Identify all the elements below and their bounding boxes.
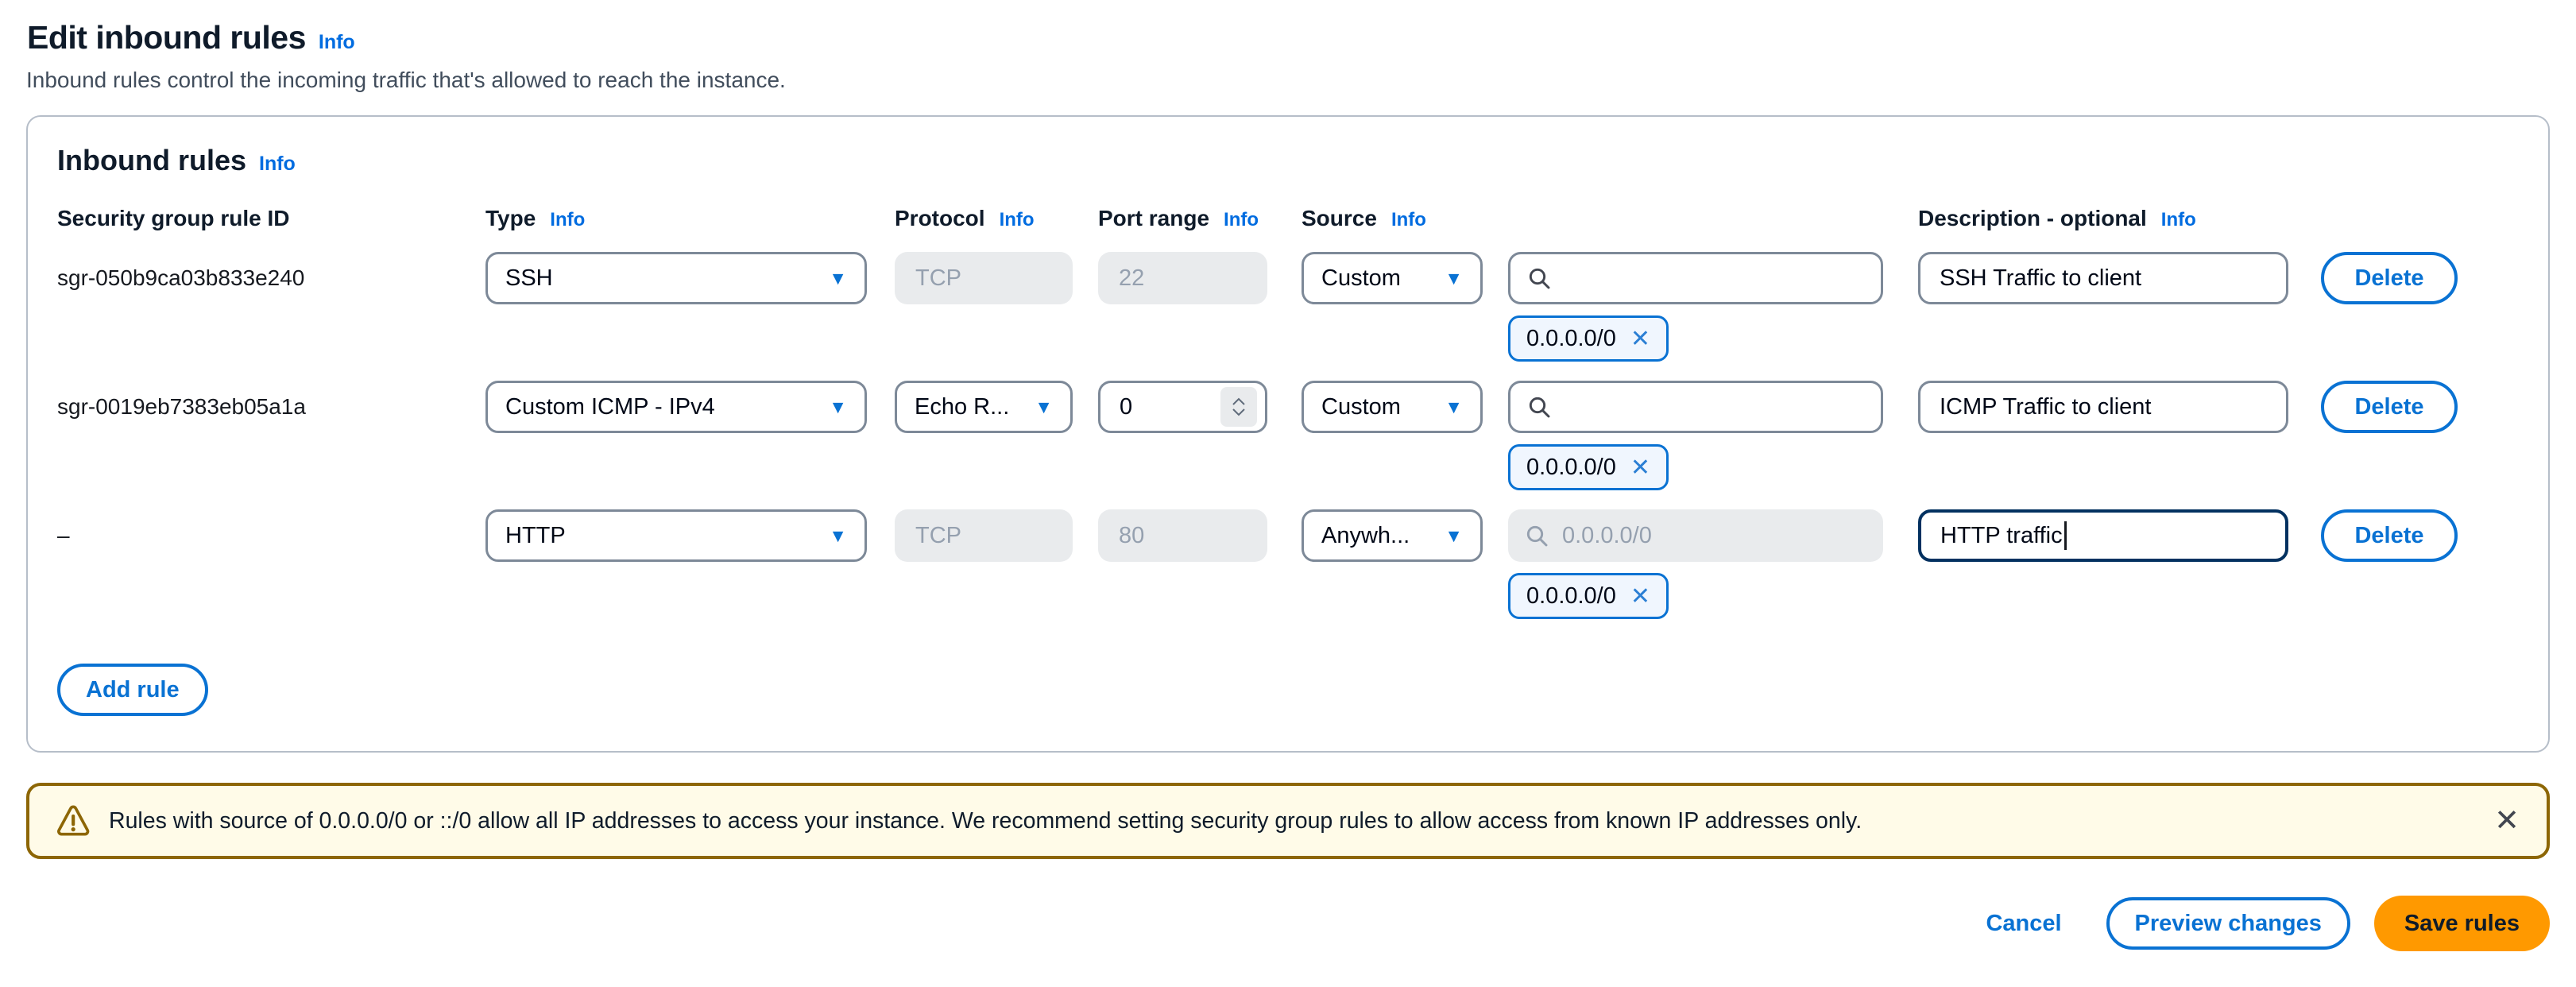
col-type-info-link[interactable]: Info <box>550 209 585 231</box>
port-range-value: 0 <box>1120 394 1132 420</box>
col-description-info-link[interactable]: Info <box>2161 209 2196 231</box>
source-search-input[interactable] <box>1508 252 1883 304</box>
description-input[interactable]: SSH Traffic to client <box>1918 252 2288 304</box>
text-cursor <box>2064 521 2067 550</box>
search-icon <box>1526 265 1552 291</box>
warning-text: Rules with source of 0.0.0.0/0 or ::/0 a… <box>109 808 2475 834</box>
rule-id: sgr-0019eb7383eb05a1a <box>57 394 458 420</box>
panel-title-info-link[interactable]: Info <box>259 153 296 176</box>
col-source-info-link[interactable]: Info <box>1391 209 1426 231</box>
source-select-value: Anywh... <box>1321 523 1410 549</box>
add-rule-button[interactable]: Add rule <box>57 664 208 716</box>
rule-row-ssh: sgr-050b9ca03b833e240 SSH ▼ TCP 22 Custo… <box>57 252 2516 304</box>
col-rule-id-label: Security group rule ID <box>57 206 290 231</box>
rule-row-icmp: sgr-0019eb7383eb05a1a Custom ICMP - IPv4… <box>57 381 2516 433</box>
preview-changes-button[interactable]: Preview changes <box>2106 897 2350 950</box>
source-select[interactable]: Anywh... ▼ <box>1302 509 1483 562</box>
chevron-down-icon: ▼ <box>829 525 847 547</box>
description-input[interactable]: ICMP Traffic to client <box>1918 381 2288 433</box>
port-range-stepper[interactable]: 0 <box>1098 381 1267 433</box>
source-chip-row: 0.0.0.0/0 ✕ <box>1508 573 2516 619</box>
rule-id: sgr-050b9ca03b833e240 <box>57 265 458 291</box>
type-select[interactable]: Custom ICMP - IPv4 ▼ <box>485 381 867 433</box>
source-select-value: Custom <box>1321 394 1401 420</box>
port-range-field-disabled: 80 <box>1098 509 1267 562</box>
rule-row-http: – HTTP ▼ TCP 80 Anywh... ▼ 0.0.0.0/0 H <box>57 509 2516 562</box>
port-range-field-disabled: 22 <box>1098 252 1267 304</box>
col-port-range-info-link[interactable]: Info <box>1224 209 1259 231</box>
remove-cidr-icon[interactable]: ✕ <box>1630 454 1650 482</box>
col-protocol-label: Protocol <box>895 206 985 231</box>
source-search-input-disabled: 0.0.0.0/0 <box>1508 509 1883 562</box>
cidr-chip: 0.0.0.0/0 ✕ <box>1508 573 1669 619</box>
delete-rule-button[interactable]: Delete <box>2321 252 2458 304</box>
chevron-down-icon: ▼ <box>1445 268 1463 289</box>
col-protocol-info-link[interactable]: Info <box>1000 209 1035 231</box>
stepper-arrows-icon[interactable] <box>1220 387 1257 427</box>
type-select-value: SSH <box>505 265 553 292</box>
chevron-down-icon: ▼ <box>1445 525 1463 547</box>
chevron-down-icon: ▼ <box>829 397 847 418</box>
page-title-info-link[interactable]: Info <box>319 31 355 54</box>
type-select[interactable]: HTTP ▼ <box>485 509 867 562</box>
close-icon[interactable]: ✕ <box>2494 806 2520 836</box>
description-value: HTTP traffic <box>1940 523 2063 549</box>
chevron-down-icon: ▼ <box>829 268 847 289</box>
cidr-chip-label: 0.0.0.0/0 <box>1526 455 1616 481</box>
source-chip-row: 0.0.0.0/0 ✕ <box>1508 315 2516 362</box>
col-source-label: Source <box>1302 206 1377 231</box>
protocol-select[interactable]: Echo R... ▼ <box>895 381 1073 433</box>
save-rules-button[interactable]: Save rules <box>2374 896 2550 951</box>
source-chip-row: 0.0.0.0/0 ✕ <box>1508 444 2516 490</box>
search-icon <box>1526 394 1552 420</box>
remove-cidr-icon[interactable]: ✕ <box>1630 583 1650 610</box>
warning-icon <box>56 805 90 837</box>
cidr-chip-label: 0.0.0.0/0 <box>1526 583 1616 610</box>
search-icon <box>1524 523 1549 548</box>
source-search-input[interactable] <box>1508 381 1883 433</box>
source-select-value: Custom <box>1321 265 1401 292</box>
description-input-focused[interactable]: HTTP traffic <box>1918 509 2288 562</box>
delete-rule-button[interactable]: Delete <box>2321 381 2458 433</box>
cidr-chip: 0.0.0.0/0 ✕ <box>1508 444 1669 490</box>
warning-banner: Rules with source of 0.0.0.0/0 or ::/0 a… <box>26 783 2550 859</box>
type-select-value: HTTP <box>505 523 566 549</box>
footer-actions: Cancel Preview changes Save rules <box>26 896 2550 951</box>
remove-cidr-icon[interactable]: ✕ <box>1630 325 1650 353</box>
col-type-label: Type <box>485 206 536 231</box>
column-header-row: Security group rule ID Type Info Protoco… <box>57 206 2516 231</box>
col-port-range-label: Port range <box>1098 206 1209 231</box>
type-select-value: Custom ICMP - IPv4 <box>505 394 715 420</box>
page-subtitle: Inbound rules control the incoming traff… <box>26 68 2550 93</box>
source-search-placeholder: 0.0.0.0/0 <box>1562 523 1652 549</box>
source-select[interactable]: Custom ▼ <box>1302 252 1483 304</box>
cidr-chip: 0.0.0.0/0 ✕ <box>1508 315 1669 362</box>
type-select[interactable]: SSH ▼ <box>485 252 867 304</box>
rule-id: – <box>57 523 458 548</box>
cancel-button[interactable]: Cancel <box>1981 897 2066 950</box>
protocol-field-disabled: TCP <box>895 252 1073 304</box>
col-description-label: Description - optional <box>1918 206 2147 231</box>
page-title: Edit inbound rules <box>27 19 306 56</box>
edit-inbound-rules-page: Edit inbound rules Info Inbound rules co… <box>0 0 2576 951</box>
delete-rule-button[interactable]: Delete <box>2321 509 2458 562</box>
chevron-down-icon: ▼ <box>1445 397 1463 418</box>
cidr-chip-label: 0.0.0.0/0 <box>1526 326 1616 352</box>
protocol-select-value: Echo R... <box>915 394 1009 420</box>
panel-title: Inbound rules <box>57 144 246 177</box>
protocol-field-disabled: TCP <box>895 509 1073 562</box>
source-select[interactable]: Custom ▼ <box>1302 381 1483 433</box>
chevron-down-icon: ▼ <box>1035 397 1053 418</box>
inbound-rules-panel: Inbound rules Info Security group rule I… <box>26 115 2550 753</box>
